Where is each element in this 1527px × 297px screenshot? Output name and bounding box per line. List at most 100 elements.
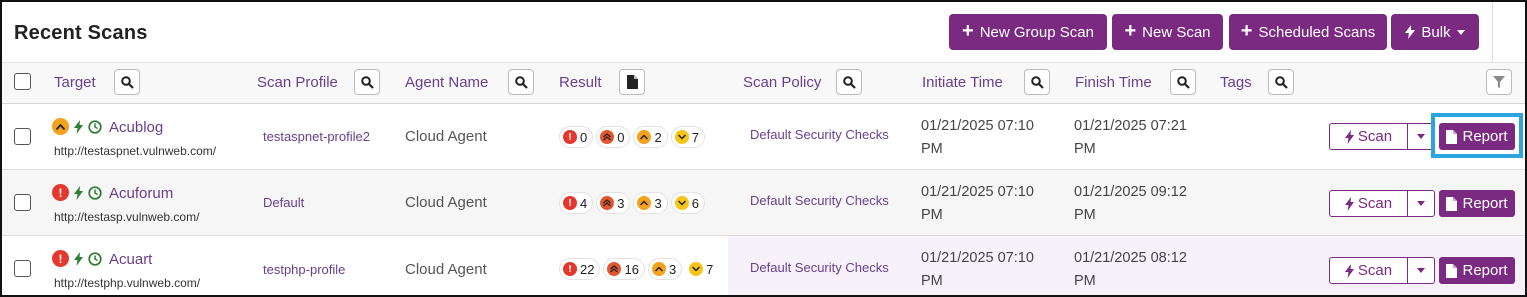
report-button[interactable]: Report xyxy=(1439,190,1515,217)
bulk-dropdown-button[interactable]: Bulk xyxy=(1391,14,1479,50)
column-scan-profile[interactable]: Scan Profile xyxy=(257,74,338,91)
panel-header: Recent Scans + New Group Scan + New Scan… xyxy=(2,2,1525,62)
scheduled-scans-label: Scheduled Scans xyxy=(1258,23,1376,41)
low-count[interactable]: 7 xyxy=(670,126,705,148)
target-url: http://testphp.vulnweb.com/ xyxy=(54,276,201,290)
new-group-scan-button[interactable]: + New Group Scan xyxy=(949,14,1107,50)
initiate-time: 01/21/2025 07:10 PM xyxy=(921,181,1034,227)
select-all-checkbox[interactable] xyxy=(14,73,31,90)
table-row: ! Acuforum http://testasp.vulnweb.com/ D… xyxy=(2,170,1525,236)
result-counts: ! 0 0 2 7 xyxy=(559,126,705,148)
scan-button[interactable]: Scan xyxy=(1329,190,1408,217)
double-chevron-up-icon xyxy=(600,130,615,144)
tags-search-button[interactable] xyxy=(1268,69,1294,95)
search-icon xyxy=(842,75,856,89)
document-icon xyxy=(1446,263,1458,278)
low-count[interactable]: 7 xyxy=(685,258,719,280)
scan-policy-link[interactable]: Default Security Checks xyxy=(750,127,889,142)
target-name-link[interactable]: Acublog xyxy=(109,119,163,136)
high-count[interactable]: 3 xyxy=(596,192,631,214)
table-row: Acublog http://testaspnet.vulnweb.com/ t… xyxy=(2,104,1525,170)
scheduled-scans-button[interactable]: + Scheduled Scans xyxy=(1229,14,1387,50)
initiate-time-search-button[interactable] xyxy=(1024,69,1050,95)
row-checkbox[interactable] xyxy=(14,260,31,277)
column-agent-name[interactable]: Agent Name xyxy=(405,74,488,91)
row-checkbox[interactable] xyxy=(14,128,31,145)
finish-date: 01/21/2025 08:12 xyxy=(1074,250,1187,266)
critical-count[interactable]: ! 22 xyxy=(559,258,601,280)
finish-time: 01/21/2025 09:12 PM xyxy=(1074,181,1187,227)
funnel-icon xyxy=(1493,76,1505,88)
scan-button[interactable]: Scan xyxy=(1329,123,1408,150)
report-button-focus-highlight xyxy=(1431,113,1523,158)
critical-count-value: 22 xyxy=(580,261,595,277)
scan-policy-link[interactable]: Default Security Checks xyxy=(750,260,889,275)
finish-date: 01/21/2025 09:12 xyxy=(1074,184,1187,200)
scan-profile-link[interactable]: testphp-profile xyxy=(263,262,345,277)
target-name-link[interactable]: Acuart xyxy=(109,251,152,268)
exclamation-icon: ! xyxy=(52,250,69,267)
medium-count-value: 3 xyxy=(654,195,662,211)
initiate-ampm: PM xyxy=(921,273,943,289)
scan-policy-search-button[interactable] xyxy=(836,69,862,95)
critical-count-value: 0 xyxy=(580,129,588,145)
agent-name-search-button[interactable] xyxy=(508,69,534,95)
critical-count-value: 4 xyxy=(580,195,588,211)
column-filter-button[interactable] xyxy=(1486,69,1512,95)
search-icon xyxy=(1176,75,1190,89)
finish-time-search-button[interactable] xyxy=(1170,69,1196,95)
finish-date: 01/21/2025 07:21 xyxy=(1074,118,1187,134)
scan-profile-link[interactable]: Default xyxy=(263,195,304,210)
medium-count[interactable]: 3 xyxy=(647,258,683,280)
high-count[interactable]: 0 xyxy=(596,126,631,148)
scan-label: Scan xyxy=(1357,128,1393,145)
initiate-time: 01/21/2025 07:10 PM xyxy=(921,115,1034,161)
column-target[interactable]: Target xyxy=(54,74,96,91)
chevron-up-icon xyxy=(637,130,652,144)
scan-options-dropdown[interactable] xyxy=(1407,190,1435,217)
column-finish-time[interactable]: Finish Time xyxy=(1075,74,1152,91)
bolt-icon xyxy=(74,119,83,134)
plus-icon: + xyxy=(1124,20,1137,42)
low-count-value: 7 xyxy=(691,129,699,145)
column-tags[interactable]: Tags xyxy=(1220,74,1252,91)
finish-time: 01/21/2025 08:12 PM xyxy=(1074,247,1187,293)
report-button[interactable]: Report xyxy=(1439,257,1515,284)
target-name-link[interactable]: Acuforum xyxy=(109,185,173,202)
target-search-button[interactable] xyxy=(114,69,140,95)
row-checkbox[interactable] xyxy=(14,194,31,211)
high-count[interactable]: 16 xyxy=(603,258,645,280)
low-count[interactable]: 6 xyxy=(670,192,705,214)
initiate-time: 01/21/2025 07:10 PM xyxy=(921,247,1034,293)
high-count-value: 0 xyxy=(617,129,625,145)
column-initiate-time[interactable]: Initiate Time xyxy=(922,74,1003,91)
clock-icon xyxy=(88,251,102,266)
scan-policy-link[interactable]: Default Security Checks xyxy=(750,193,889,208)
search-icon xyxy=(1274,75,1288,89)
finish-ampm: PM xyxy=(1074,273,1096,289)
document-icon xyxy=(1446,196,1458,211)
agent-name: Cloud Agent xyxy=(405,261,487,278)
medium-count-value: 2 xyxy=(654,129,662,145)
scan-profile-link[interactable]: testaspnet-profile2 xyxy=(263,129,370,144)
scan-options-dropdown[interactable] xyxy=(1407,257,1435,284)
caret-down-icon xyxy=(1417,134,1425,139)
medium-count[interactable]: 2 xyxy=(633,126,668,148)
scan-button[interactable]: Scan xyxy=(1329,257,1408,284)
initiate-date: 01/21/2025 07:10 xyxy=(921,118,1034,134)
page-title: Recent Scans xyxy=(14,22,148,44)
bolt-icon xyxy=(1344,129,1354,144)
chevron-up-icon xyxy=(651,262,666,276)
caret-down-icon xyxy=(1417,201,1425,206)
column-scan-policy[interactable]: Scan Policy xyxy=(743,74,821,91)
medium-count[interactable]: 3 xyxy=(633,192,668,214)
critical-count[interactable]: ! 4 xyxy=(559,192,594,214)
result-filter-button[interactable] xyxy=(619,69,645,95)
caret-down-icon xyxy=(1417,268,1425,273)
critical-count[interactable]: ! 0 xyxy=(559,126,594,148)
column-result[interactable]: Result xyxy=(559,74,602,91)
initiate-date: 01/21/2025 07:10 xyxy=(921,250,1034,266)
bolt-icon xyxy=(74,251,83,266)
new-scan-button[interactable]: + New Scan xyxy=(1112,14,1223,50)
scan-profile-search-button[interactable] xyxy=(354,69,380,95)
